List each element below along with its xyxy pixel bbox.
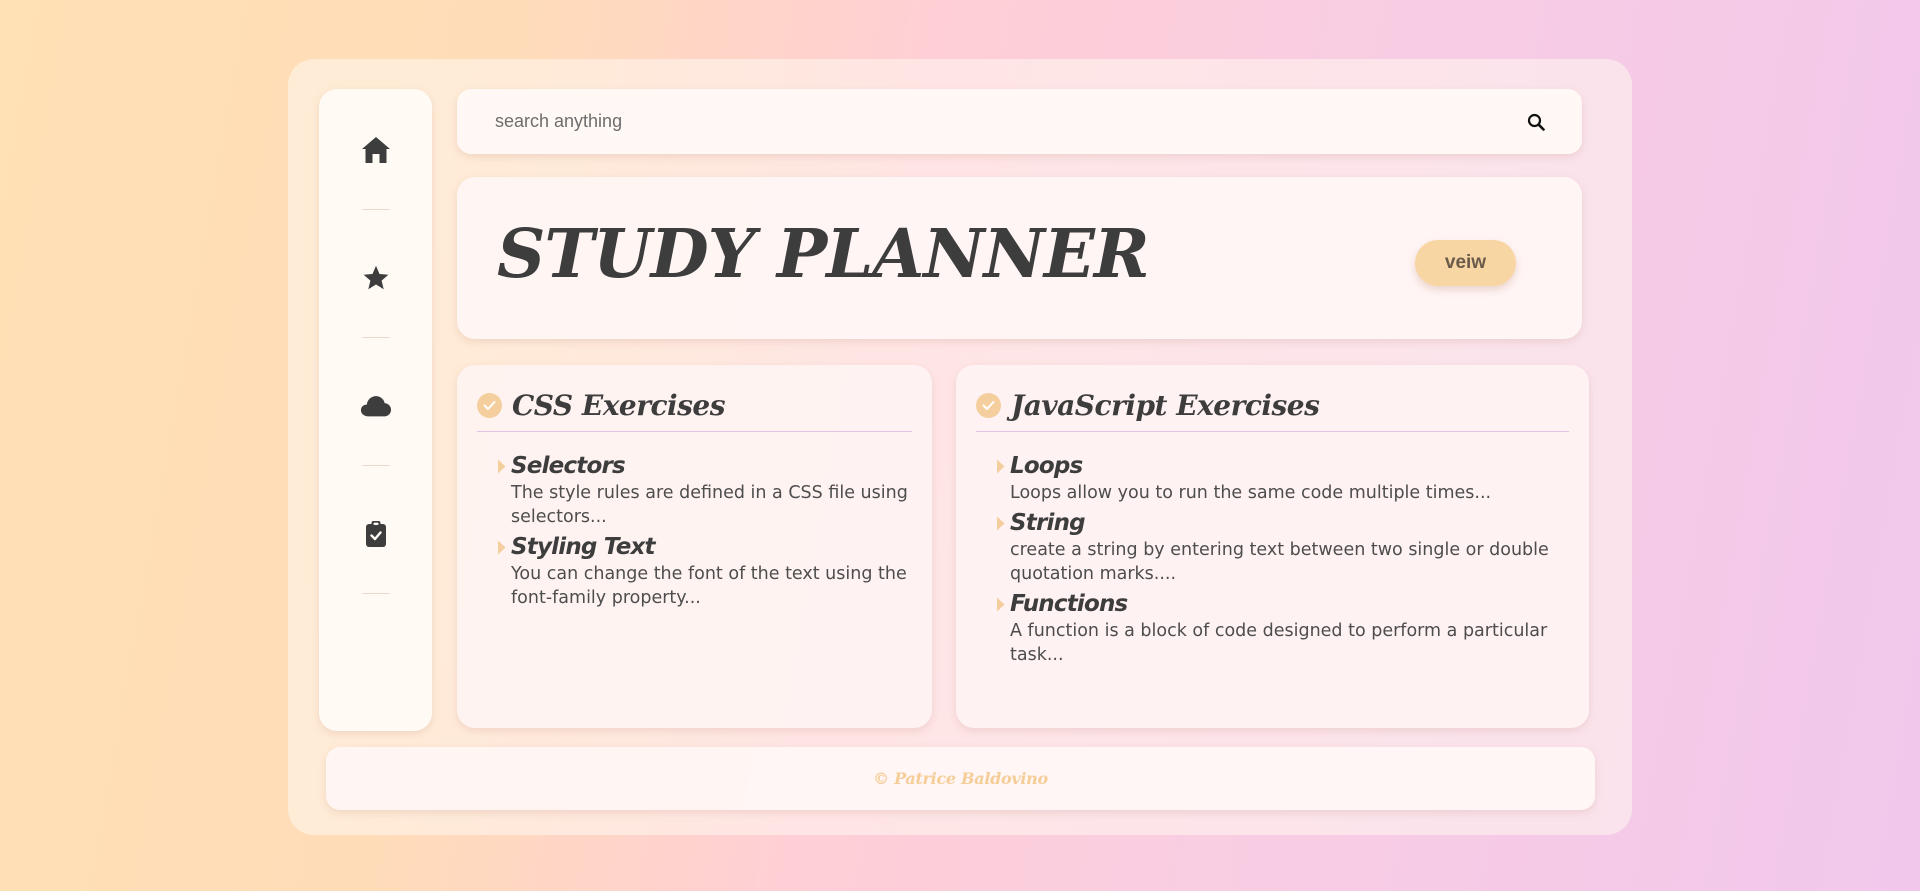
home-icon (360, 134, 392, 166)
topic-item[interactable]: Loops Loops allow you to run the same co… (996, 454, 1569, 505)
topic-description: create a string by entering text between… (1010, 540, 1549, 584)
javascript-exercises-card: JavaScript Exercises Loops Loops allow y… (956, 365, 1589, 728)
topic-title: Styling Text (511, 534, 656, 560)
caret-right-icon[interactable] (996, 592, 1010, 616)
sidebar-divider (361, 465, 390, 466)
topic-item[interactable]: Selectors The style rules are defined in… (497, 454, 912, 529)
card-title: CSS Exercises (512, 389, 726, 422)
sidebar-item-tasks[interactable] (319, 518, 432, 646)
view-button[interactable]: veiw (1415, 240, 1516, 286)
copyright-text: © Patrice Baldovino (873, 769, 1048, 788)
card-header: JavaScript Exercises (976, 389, 1569, 432)
topic-title: Functions (1010, 591, 1128, 617)
topic-item[interactable]: Functions A function is a block of code … (996, 592, 1569, 667)
page-title: STUDY PLANNER (497, 214, 1150, 293)
topic-title: Selectors (511, 453, 626, 479)
sidebar-item-home[interactable] (319, 134, 432, 262)
star-icon (360, 262, 392, 294)
search-icon[interactable] (1524, 110, 1548, 134)
sidebar-item-cloud[interactable] (319, 390, 432, 518)
topic-item[interactable]: String create a string by entering text … (996, 511, 1569, 586)
css-exercises-card: CSS Exercises Selectors The style rules … (457, 365, 932, 728)
app-container: STUDY PLANNER veiw CSS Exercises Selecto… (288, 59, 1632, 835)
hero-banner: STUDY PLANNER veiw (457, 177, 1582, 339)
sidebar-divider (361, 209, 390, 210)
caret-right-icon[interactable] (497, 454, 511, 478)
topic-list: Selectors The style rules are defined in… (477, 432, 912, 610)
clipboard-icon (360, 518, 392, 550)
topic-description: You can change the font of the text usin… (511, 564, 907, 608)
topic-list: Loops Loops allow you to run the same co… (976, 432, 1569, 667)
search-bar (457, 89, 1582, 154)
sidebar (319, 89, 432, 731)
search-input[interactable] (495, 111, 1524, 132)
sidebar-divider (361, 593, 390, 594)
caret-right-icon[interactable] (497, 535, 511, 559)
sidebar-divider (361, 337, 390, 338)
topic-description: A function is a block of code designed t… (1010, 621, 1548, 665)
card-header: CSS Exercises (477, 389, 912, 432)
caret-right-icon[interactable] (996, 454, 1010, 478)
topic-item[interactable]: Styling Text You can change the font of … (497, 535, 912, 610)
topic-title: String (1010, 510, 1086, 536)
footer: © Patrice Baldovino (326, 747, 1595, 810)
topic-description: The style rules are defined in a CSS fil… (511, 483, 908, 527)
sidebar-item-favorites[interactable] (319, 262, 432, 390)
caret-right-icon[interactable] (996, 511, 1010, 535)
cloud-icon (360, 390, 392, 422)
topic-description: Loops allow you to run the same code mul… (1010, 483, 1492, 503)
check-circle-icon (976, 393, 1001, 418)
check-circle-icon (477, 393, 502, 418)
card-title: JavaScript Exercises (1011, 389, 1320, 422)
topic-title: Loops (1010, 453, 1083, 479)
